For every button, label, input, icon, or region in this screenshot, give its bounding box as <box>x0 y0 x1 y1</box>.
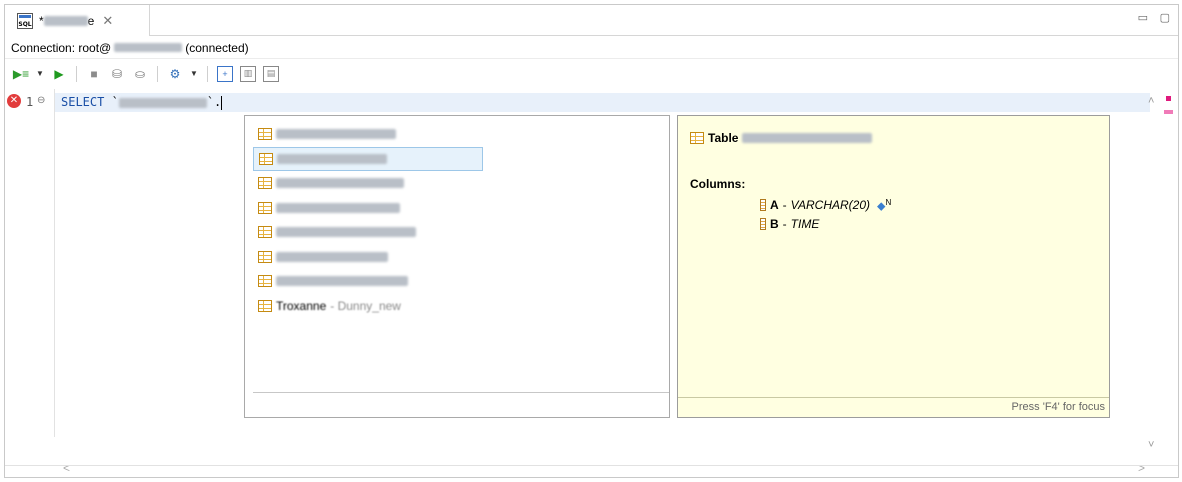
editor-tab[interactable]: SQL * e ✕ <box>5 5 150 36</box>
column-icon <box>760 199 766 212</box>
sql-code[interactable]: SELECT ` `. <box>61 94 223 110</box>
line-number: 1 <box>26 95 34 109</box>
status-bar <box>5 465 1178 477</box>
completion-item[interactable] <box>253 196 475 221</box>
redacted-host <box>114 43 183 52</box>
connection-icon[interactable]: ⚙ <box>167 66 183 82</box>
sql-file-icon: SQL <box>17 12 33 29</box>
text-icon[interactable]: ▤ <box>263 65 279 82</box>
column-row: A - VARCHAR(20) ◆N <box>760 198 891 213</box>
sql-keyword: SELECT <box>61 95 105 109</box>
code-text: ` <box>104 95 119 109</box>
toolbar-separator <box>76 65 77 82</box>
dropdown-icon[interactable]: ▼ <box>36 69 44 78</box>
table-info-panel: Table Columns: A - VARCHAR(20) ◆N B - TIME… <box>677 115 1110 418</box>
redacted-table-name <box>277 153 387 164</box>
table-icon <box>258 226 272 239</box>
table-icon <box>258 128 272 141</box>
execute-script-icon[interactable]: ▶≡ <box>13 66 29 82</box>
completion-item[interactable]: Troxanne - Dunny_new <box>253 294 475 319</box>
info-title: Table <box>690 131 873 145</box>
toolbar-separator <box>157 65 158 82</box>
tab-title: * e <box>39 13 95 28</box>
table-icon <box>258 275 272 288</box>
results-panel-icon[interactable]: + <box>217 65 233 82</box>
info-title-prefix: Table <box>708 131 739 145</box>
completion-popup: Troxanne - Dunny_new <box>244 115 670 418</box>
error-marker[interactable] <box>1166 96 1171 101</box>
redacted-table-name <box>742 133 873 143</box>
fold-icon[interactable]: ⊖ <box>37 95 45 106</box>
column-separator: - <box>782 217 787 231</box>
column-separator: - <box>782 198 787 213</box>
connection-label: Connection: root@ <box>11 40 112 55</box>
scroll-down-icon[interactable]: ˅ <box>1148 439 1154 451</box>
text-caret <box>221 95 223 110</box>
completion-item[interactable] <box>253 146 483 171</box>
completion-item[interactable] <box>253 269 475 294</box>
column-type: VARCHAR(20) <box>790 198 871 213</box>
table-icon <box>258 250 272 263</box>
maximize-icon[interactable]: ▢ <box>1160 11 1170 24</box>
error-icon[interactable]: ✕ <box>7 94 21 108</box>
completion-item-schema: - Dunny_new <box>330 298 401 313</box>
connection-status: (connected) <box>185 40 249 55</box>
redacted-table-name <box>276 227 416 238</box>
minimize-icon[interactable]: ▭ <box>1138 11 1148 24</box>
column-row: B - TIME <box>760 217 819 231</box>
table-icon <box>258 201 272 214</box>
explain-icon[interactable]: ⛁ <box>109 66 125 82</box>
overview-ruler[interactable]: ˄ ˅ <box>1144 89 1176 451</box>
redacted-table-name <box>276 251 388 262</box>
focus-hint: Press 'F4' for focus <box>678 397 1109 417</box>
table-icon <box>258 177 272 190</box>
redacted-table-name <box>276 202 400 213</box>
completion-list: Troxanne - Dunny_new <box>253 122 669 318</box>
completion-item[interactable] <box>253 245 475 270</box>
completion-item[interactable] <box>253 220 475 245</box>
line-gutter: ✕ 1 ⊖ <box>5 89 55 437</box>
completion-footer <box>253 392 669 409</box>
completion-item[interactable] <box>253 171 475 196</box>
redacted-table-name <box>276 276 408 287</box>
tab-bar: SQL * e ✕ ▭ ▢ <box>5 5 1178 36</box>
table-icon <box>690 132 704 144</box>
scroll-up-icon[interactable]: ˄ <box>1148 95 1154 107</box>
stop-icon[interactable]: ■ <box>86 66 102 82</box>
run-icon[interactable]: ▶ <box>51 66 67 82</box>
column-icon <box>760 218 766 230</box>
columns-label: Columns: <box>690 177 746 191</box>
dropdown-icon[interactable]: ▼ <box>190 69 198 78</box>
redacted-table-name <box>276 129 396 140</box>
toolbar-separator <box>207 65 208 82</box>
annotation-marker[interactable] <box>1164 110 1173 114</box>
table-icon <box>258 299 272 312</box>
close-icon[interactable]: ✕ <box>102 13 113 29</box>
column-type: TIME <box>790 217 820 231</box>
redacted-identifier <box>118 97 207 108</box>
export-icon[interactable]: ⛀ <box>132 66 148 82</box>
editor-toolbar: ▶≡ ▼ ▶ ■ ⛁ ⛀ ⚙ ▼ + ▥ ▤ <box>5 60 1178 87</box>
not-null-icon: ◆N <box>877 198 892 213</box>
connection-bar: Connection: root@ (connected) <box>5 37 1178 59</box>
redacted-text <box>43 16 88 27</box>
table-icon <box>259 152 273 165</box>
code-tail: `. <box>206 95 222 109</box>
column-name: B <box>770 217 779 231</box>
completion-item[interactable] <box>253 122 475 147</box>
column-name: A <box>770 198 779 213</box>
redacted-table-name <box>276 178 404 189</box>
completion-item-name: Troxanne <box>276 298 327 313</box>
grid-icon[interactable]: ▥ <box>240 65 256 82</box>
